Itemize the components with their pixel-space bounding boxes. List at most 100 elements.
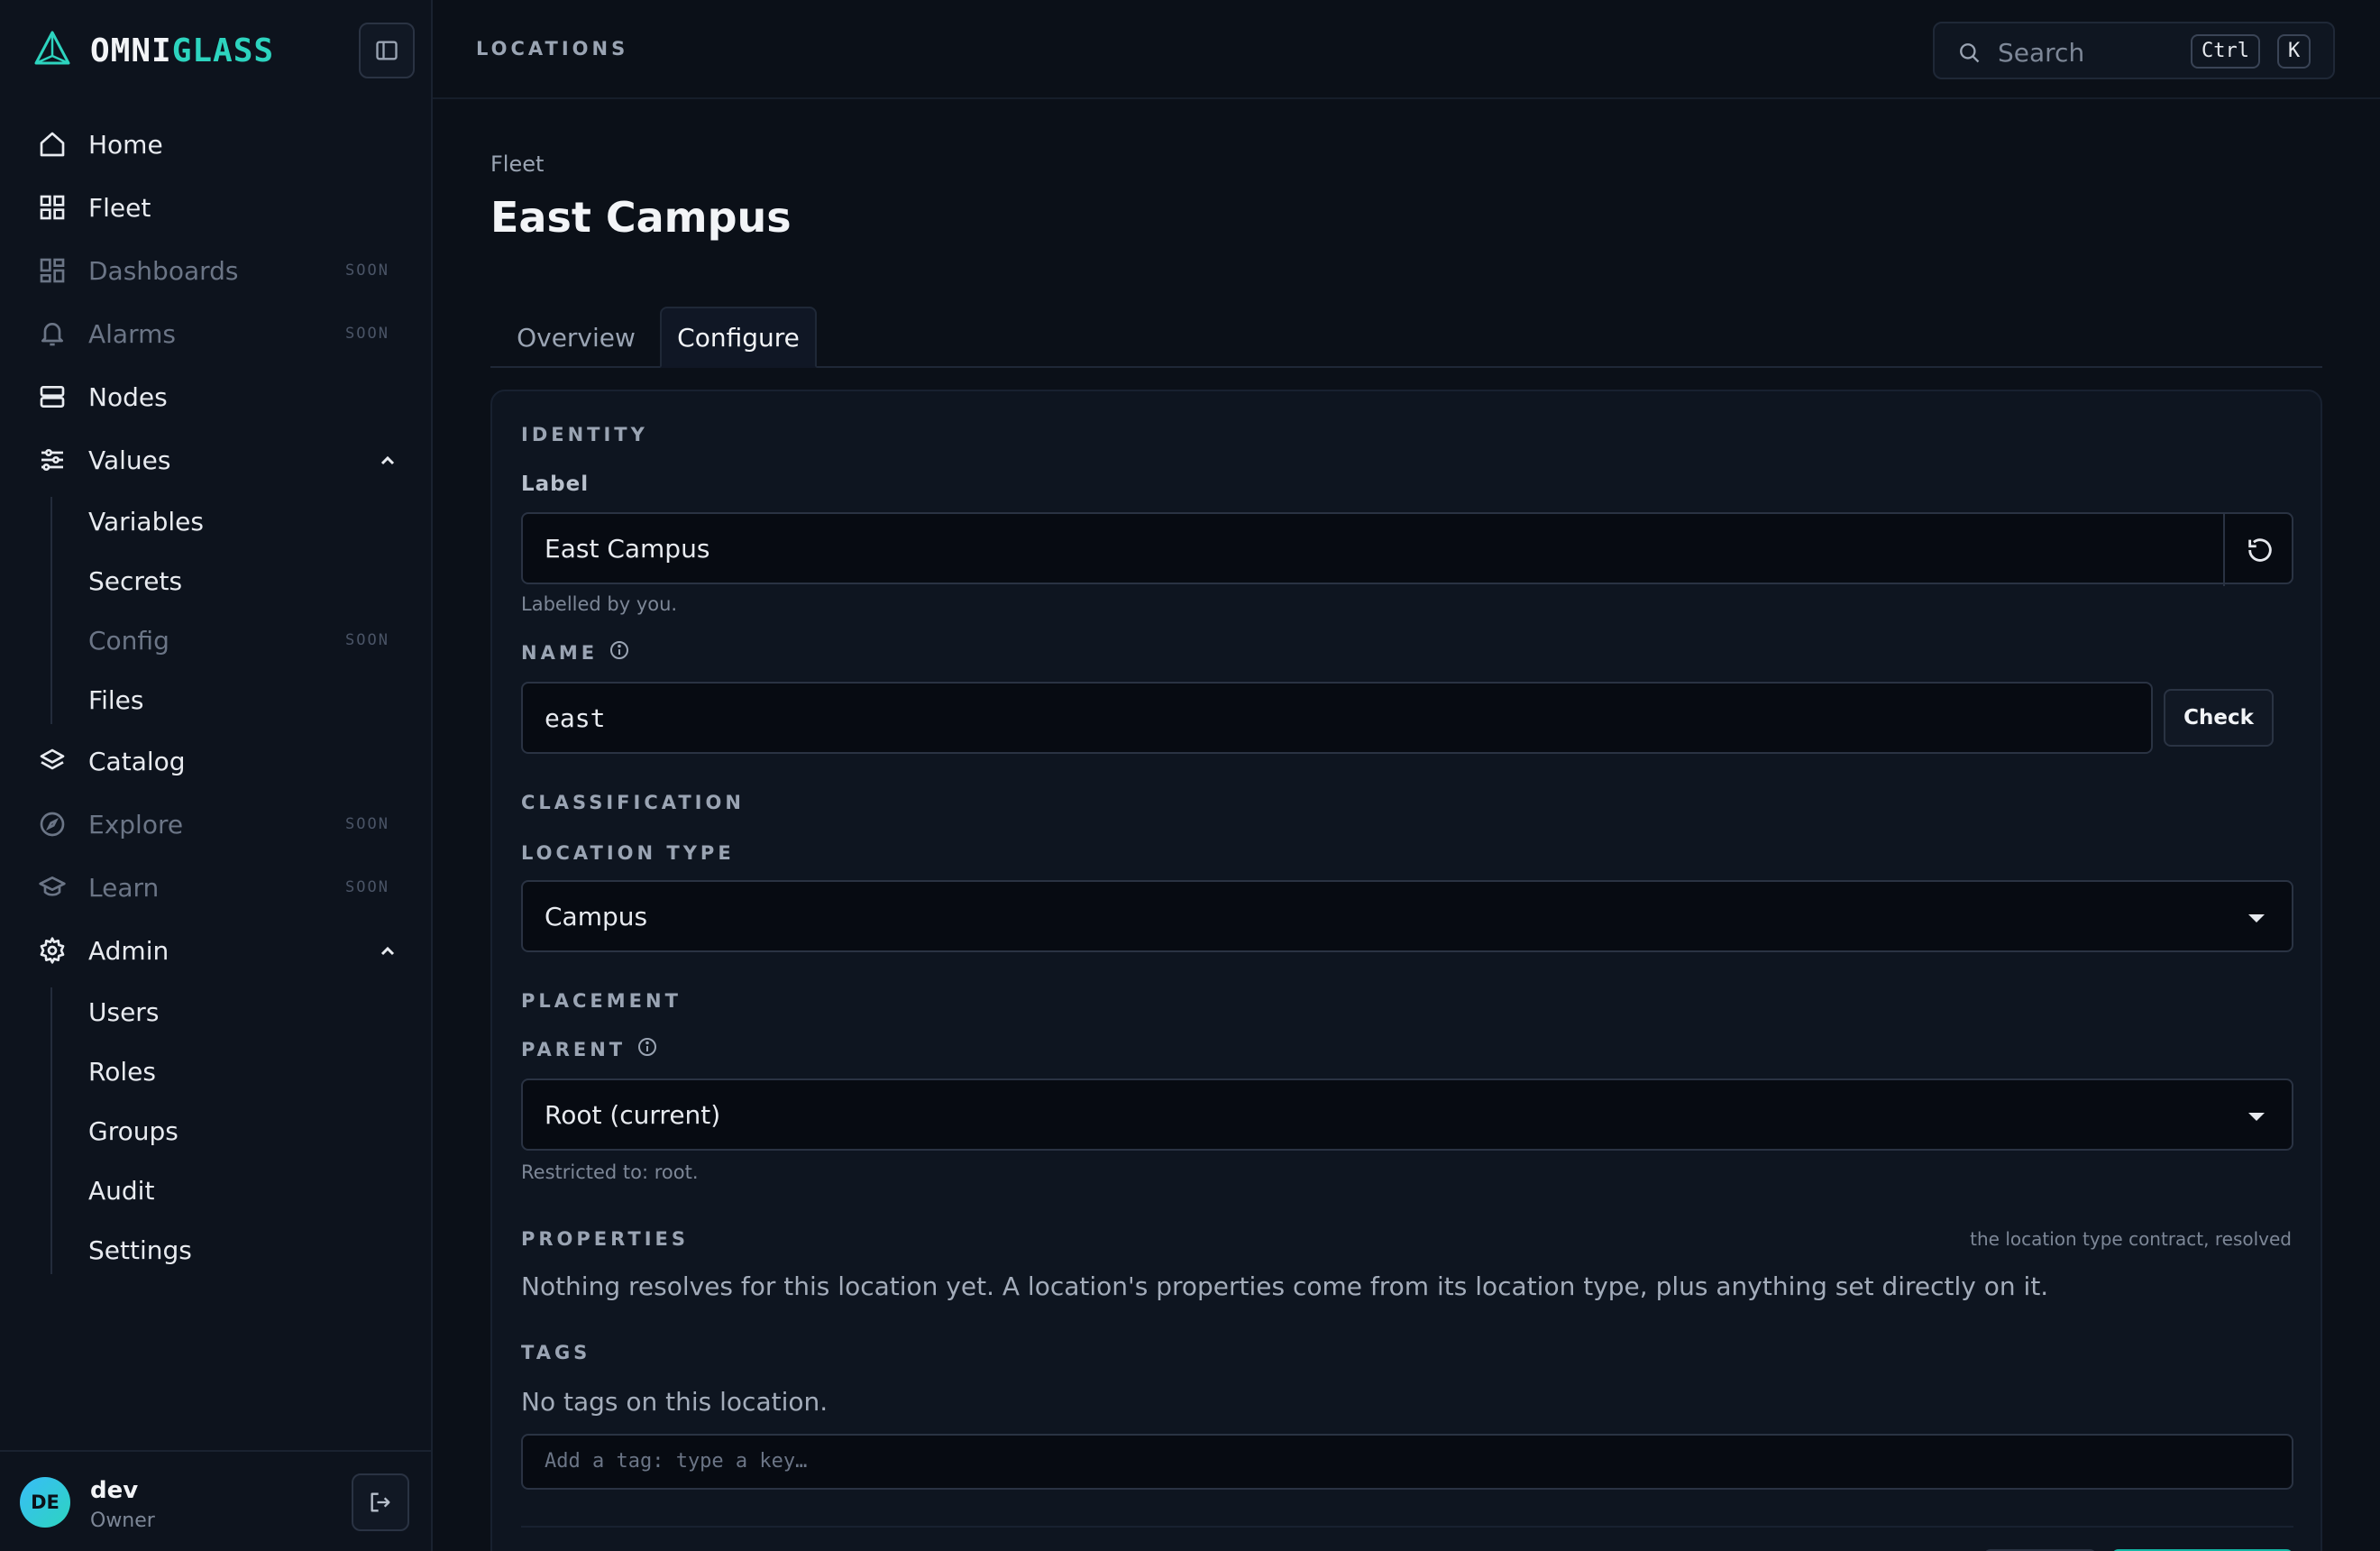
parent-help-text: Restricted to: root. — [521, 1161, 699, 1183]
search-box[interactable]: Search Ctrl K — [1933, 22, 2335, 79]
sidebar-item-alarms[interactable]: Alarms SOON — [0, 302, 433, 365]
kbd-ctrl: Ctrl — [2191, 34, 2260, 69]
prism-logo-icon — [32, 29, 72, 72]
page-title: East Campus — [490, 193, 792, 242]
sidebar-item-secrets[interactable]: Secrets — [0, 551, 433, 610]
breadcrumb[interactable]: Fleet — [490, 151, 544, 177]
sliders-icon — [36, 444, 69, 476]
sidebar-item-learn[interactable]: Learn SOON — [0, 856, 433, 919]
sidebar-item-files[interactable]: Files — [0, 670, 433, 730]
sidebar-item-label: Admin — [88, 935, 169, 966]
sidebar-item-label: Nodes — [88, 381, 168, 412]
sidebar-item-fleet[interactable]: Fleet — [0, 176, 433, 239]
chevron-up-icon[interactable] — [377, 448, 398, 478]
name-input-value: east — [545, 702, 606, 733]
main-content: LOCATIONS Search Ctrl K Fleet East Campu… — [433, 0, 2380, 1551]
soon-badge: SOON — [345, 262, 389, 280]
sidebar-item-audit[interactable]: Audit — [0, 1161, 433, 1220]
check-button[interactable]: Check — [2164, 689, 2274, 747]
section-classification: CLASSIFICATION — [521, 792, 745, 813]
label-input[interactable]: East Campus — [521, 512, 2295, 586]
soon-badge: SOON — [345, 815, 389, 833]
chevron-up-icon[interactable] — [377, 939, 398, 968]
user-role: Owner — [90, 1510, 155, 1532]
sidebar-item-label: Learn — [88, 872, 160, 903]
sidebar-item-label: Values — [88, 445, 171, 475]
sidebar-item-nodes[interactable]: Nodes — [0, 365, 433, 428]
sidebar-item-label: Home — [88, 129, 163, 160]
sidebar-toggle-icon — [376, 41, 398, 60]
soon-badge: SOON — [345, 325, 389, 343]
info-icon[interactable] — [609, 639, 630, 665]
search-icon — [1956, 40, 1982, 69]
collapse-sidebar-button[interactable] — [359, 23, 415, 78]
parent-select[interactable]: Root (current) — [521, 1078, 2293, 1151]
logout-icon — [371, 1492, 390, 1512]
sidebar-item-explore[interactable]: Explore SOON — [0, 793, 433, 856]
compass-icon — [36, 808, 69, 840]
topbar: LOCATIONS Search Ctrl K — [433, 0, 2380, 99]
soon-badge: SOON — [345, 878, 389, 896]
admin-submenu: Users Roles Groups Audit Settings — [0, 982, 433, 1280]
section-placement: PLACEMENT — [521, 990, 682, 1012]
properties-hint: the location type contract, resolved — [1970, 1228, 2292, 1250]
caret-down-icon — [2248, 1113, 2265, 1121]
caret-down-icon — [2248, 914, 2265, 922]
soon-badge: SOON — [345, 631, 389, 649]
properties-empty-text: Nothing resolves for this location yet. … — [521, 1271, 2049, 1301]
label-input-value: East Campus — [545, 533, 710, 564]
sidebar-item-roles[interactable]: Roles — [0, 1042, 433, 1101]
sidebar-item-label: Explore — [88, 809, 184, 840]
sidebar-item-home[interactable]: Home — [0, 113, 433, 176]
location-type-value: Campus — [545, 901, 648, 932]
bell-icon — [36, 317, 69, 350]
sidebar-item-label: Catalog — [88, 746, 186, 776]
sidebar-item-values[interactable]: Values — [0, 428, 433, 491]
name-input[interactable]: east — [521, 682, 2153, 754]
sidebar-item-settings[interactable]: Settings — [0, 1220, 433, 1280]
location-type-select[interactable]: Campus — [521, 880, 2293, 952]
server-icon — [36, 381, 69, 413]
tag-input[interactable]: Add a tag: type a key… — [521, 1434, 2293, 1490]
sidebar-item-label: Fleet — [88, 192, 151, 223]
reset-label-button[interactable] — [2223, 514, 2295, 586]
home-icon — [36, 128, 69, 161]
info-icon[interactable] — [636, 1036, 658, 1062]
sidebar-item-config[interactable]: Config SOON — [0, 610, 433, 670]
values-submenu: Variables Secrets Config SOON Files — [0, 491, 433, 730]
dashboard-icon — [36, 254, 69, 287]
sidebar-item-catalog[interactable]: Catalog — [0, 730, 433, 793]
sidebar-item-admin[interactable]: Admin — [0, 919, 433, 982]
sidebar-item-dashboards[interactable]: Dashboards SOON — [0, 239, 433, 302]
sidebar: OMNIGLASS Home Fleet Dashboards SOON Ala… — [0, 0, 433, 1551]
search-placeholder: Search — [1998, 38, 2085, 68]
avatar[interactable]: DE — [20, 1477, 70, 1528]
user-name: dev — [90, 1477, 139, 1504]
sidebar-item-variables[interactable]: Variables — [0, 491, 433, 551]
section-identity: IDENTITY — [521, 424, 648, 445]
grid-icon — [36, 191, 69, 224]
sidebar-nav: Home Fleet Dashboards SOON Alarms SOON N… — [0, 113, 433, 1280]
tags-empty-text: No tags on this location. — [521, 1387, 828, 1417]
name-field-label: NAME — [521, 639, 630, 665]
kbd-k: K — [2277, 34, 2311, 69]
tab-overview[interactable]: Overview — [508, 307, 644, 368]
section-tags: TAGS — [521, 1342, 591, 1363]
section-properties: PROPERTIES — [521, 1228, 689, 1250]
sidebar-item-label: Alarms — [88, 318, 176, 349]
logout-button[interactable] — [352, 1473, 409, 1531]
sidebar-item-label: Dashboards — [88, 255, 239, 286]
brand-logo[interactable]: OMNIGLASS — [32, 27, 274, 74]
user-panel: DE dev Owner — [0, 1450, 431, 1551]
label-help-text: Labelled by you. — [521, 593, 678, 615]
graduation-cap-icon — [36, 871, 69, 904]
label-field-label: Label — [521, 473, 590, 496]
sidebar-item-users[interactable]: Users — [0, 982, 433, 1042]
parent-field-label: PARENT — [521, 1036, 658, 1062]
parent-value: Root (current) — [545, 1099, 721, 1130]
sidebar-item-groups[interactable]: Groups — [0, 1101, 433, 1161]
tab-configure[interactable]: Configure — [660, 307, 817, 368]
location-type-label: LOCATION TYPE — [521, 842, 735, 864]
page-section-title: LOCATIONS — [476, 38, 629, 60]
footer-divider — [521, 1526, 2293, 1528]
